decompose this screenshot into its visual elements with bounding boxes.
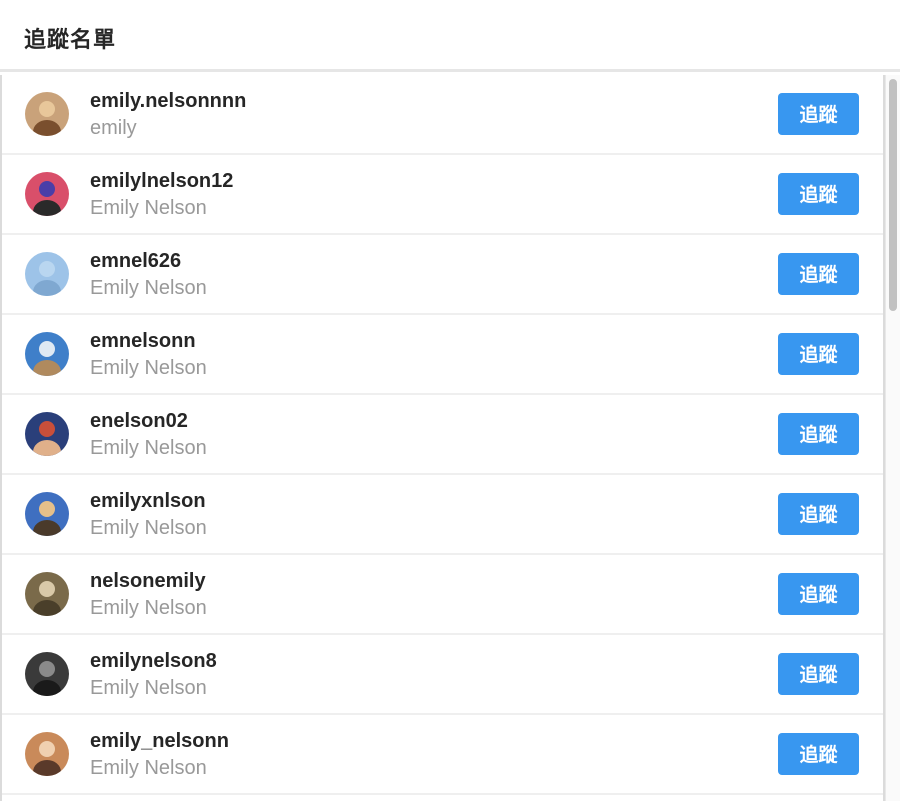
- full-name: Emily Nelson: [90, 357, 207, 379]
- username-link[interactable]: emily.nelsonnnn: [90, 90, 246, 113]
- full-name: Emily Nelson: [90, 437, 207, 459]
- follow-button[interactable]: 追蹤: [778, 413, 859, 455]
- following-dialog: 追蹤名單 emily.nelsonnnn emily 追蹤 emilylnelson1…: [0, 0, 900, 801]
- full-name: Emily Nelson: [90, 597, 207, 619]
- username-link[interactable]: nelsonemily: [90, 570, 206, 593]
- avatar[interactable]: [25, 332, 69, 376]
- full-name: Emily Nelson: [90, 677, 207, 699]
- user-row[interactable]: enelson02 Emily Nelson 追蹤: [2, 395, 883, 475]
- follow-button[interactable]: 追蹤: [778, 733, 859, 775]
- user-row[interactable]: emilynelson8 Emily Nelson 追蹤: [2, 635, 883, 715]
- avatar[interactable]: [25, 92, 69, 136]
- username-link[interactable]: emnelsonn: [90, 330, 196, 353]
- user-row[interactable]: nelsonemily Emily Nelson 追蹤: [2, 555, 883, 635]
- avatar[interactable]: [25, 252, 69, 296]
- scrollbar-thumb[interactable]: [889, 79, 897, 311]
- follow-button[interactable]: 追蹤: [778, 493, 859, 535]
- full-name: emily: [90, 117, 137, 139]
- scrollbar[interactable]: [885, 75, 900, 801]
- follow-button[interactable]: 追蹤: [778, 653, 859, 695]
- username-link[interactable]: enelson02: [90, 410, 188, 433]
- avatar[interactable]: [25, 732, 69, 776]
- full-name: Emily Nelson: [90, 197, 207, 219]
- full-name: Emily Nelson: [90, 277, 207, 299]
- follow-button[interactable]: 追蹤: [778, 333, 859, 375]
- user-row[interactable]: emily.nelsonnnn emily 追蹤: [2, 75, 883, 155]
- dialog-header: 追蹤名單: [0, 0, 900, 72]
- avatar[interactable]: [25, 652, 69, 696]
- full-name: Emily Nelson: [90, 517, 207, 539]
- follow-button[interactable]: 追蹤: [778, 253, 859, 295]
- avatar[interactable]: [25, 572, 69, 616]
- user-row[interactable]: emilyxnlson Emily Nelson 追蹤: [2, 475, 883, 555]
- follow-button[interactable]: 追蹤: [778, 573, 859, 615]
- user-row[interactable]: emilylnelson12 Emily Nelson 追蹤: [2, 155, 883, 235]
- user-row[interactable]: emily_nelsonn Emily Nelson 追蹤: [2, 715, 883, 795]
- full-name: Emily Nelson: [90, 757, 207, 779]
- avatar[interactable]: [25, 172, 69, 216]
- dialog-title: 追蹤名單: [24, 28, 117, 53]
- username-link[interactable]: emilynelson8: [90, 650, 217, 673]
- user-row[interactable]: emnel626 Emily Nelson 追蹤: [2, 235, 883, 315]
- avatar[interactable]: [25, 492, 69, 536]
- user-list[interactable]: emily.nelsonnnn emily 追蹤 emilylnelson12 Emil…: [0, 75, 885, 801]
- username-link[interactable]: emily_nelsonn: [90, 730, 229, 753]
- username-link[interactable]: emilylnelson12: [90, 170, 233, 193]
- follow-button[interactable]: 追蹤: [778, 93, 859, 135]
- user-row[interactable]: emnelsonn Emily Nelson 追蹤: [2, 315, 883, 395]
- username-link[interactable]: emilyxnlson: [90, 490, 206, 513]
- follow-button[interactable]: 追蹤: [778, 173, 859, 215]
- avatar[interactable]: [25, 412, 69, 456]
- username-link[interactable]: emnel626: [90, 250, 181, 273]
